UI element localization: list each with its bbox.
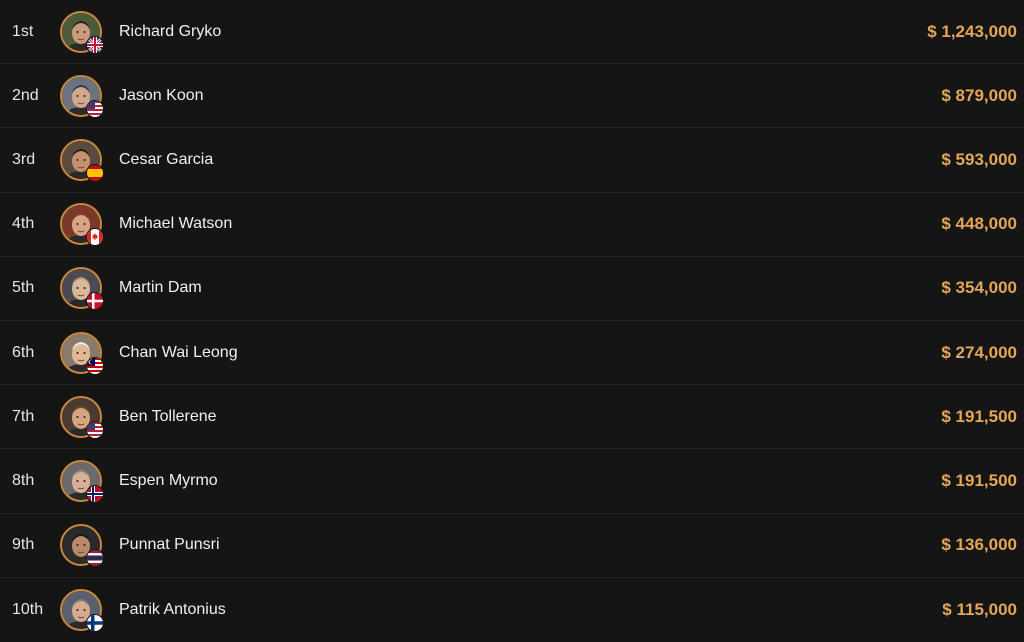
player-avatar[interactable]	[60, 203, 104, 247]
table-row: 10th Patrik Antonius $ 115,000	[0, 578, 1024, 642]
prize-amount: $ 191,500	[941, 470, 1017, 490]
player-name[interactable]: Richard Gryko	[119, 23, 221, 41]
player-avatar[interactable]	[60, 267, 104, 311]
place-label: 5th	[12, 279, 35, 297]
payout-table: 1st Richard Gryko $ 1,243,000 2nd Jason Koon…	[0, 0, 1024, 642]
place-label: 2nd	[12, 86, 39, 104]
flag-ca-icon	[86, 228, 104, 247]
place-label: 8th	[12, 471, 35, 489]
prize-amount: $ 448,000	[941, 214, 1017, 234]
place-label: 1st	[12, 22, 34, 40]
flag-us-icon	[86, 420, 104, 439]
prize-amount: $ 354,000	[941, 278, 1017, 298]
player-name[interactable]: Martin Dam	[119, 279, 202, 297]
player-name[interactable]: Espen Myrmo	[119, 472, 218, 490]
place-label: 6th	[12, 343, 35, 361]
player-name[interactable]: Ben Tollerene	[119, 408, 217, 426]
prize-amount: $ 115,000	[942, 599, 1017, 619]
flag-dk-icon	[86, 292, 104, 311]
flag-no-icon	[86, 484, 104, 503]
table-row: 7th Ben Tollerene $ 191,500	[0, 385, 1024, 450]
place-label: 3rd	[12, 150, 36, 168]
prize-amount: $ 136,000	[941, 535, 1017, 555]
place-label: 4th	[12, 215, 35, 233]
table-row: 9th Punnat Punsri $ 136,000	[0, 514, 1024, 578]
flag-th-icon	[86, 549, 104, 568]
place-label: 7th	[12, 407, 35, 425]
table-row: 3rd Cesar Garcia $ 593,000	[0, 128, 1024, 193]
place-label: 9th	[12, 536, 35, 554]
flag-us-icon	[86, 99, 104, 118]
player-name[interactable]: Patrik Antonius	[119, 601, 226, 619]
player-avatar[interactable]	[60, 74, 104, 118]
flag-my-icon	[86, 356, 104, 375]
table-row: 4th Michael Watson $ 448,000	[0, 193, 1024, 257]
player-name[interactable]: Jason Koon	[119, 87, 204, 105]
player-avatar[interactable]	[60, 588, 104, 632]
flag-es-icon	[86, 163, 104, 182]
player-name[interactable]: Punnat Punsri	[119, 536, 220, 554]
player-name[interactable]: Chan Wai Leong	[119, 344, 238, 362]
player-avatar[interactable]	[60, 524, 104, 568]
prize-amount: $ 274,000	[941, 342, 1017, 362]
player-avatar[interactable]	[60, 395, 104, 439]
player-avatar[interactable]	[60, 138, 104, 182]
table-row: 6th Chan Wai Leong $ 274,000	[0, 321, 1024, 386]
player-name[interactable]: Cesar Garcia	[119, 151, 213, 169]
prize-amount: $ 879,000	[941, 85, 1017, 105]
flag-uk-icon	[86, 35, 104, 54]
prize-amount: $ 593,000	[941, 149, 1017, 169]
table-row: 1st Richard Gryko $ 1,243,000	[0, 0, 1024, 65]
player-avatar[interactable]	[60, 331, 104, 375]
prize-amount: $ 1,243,000	[927, 21, 1017, 41]
place-label: 10th	[12, 600, 44, 618]
prize-amount: $ 191,500	[941, 406, 1017, 426]
table-row: 5th Martin Dam $ 354,000	[0, 257, 1024, 321]
table-row: 8th Espen Myrmo $ 191,500	[0, 449, 1024, 514]
flag-fi-icon	[86, 613, 104, 632]
player-avatar[interactable]	[60, 10, 104, 54]
table-row: 2nd Jason Koon $ 879,000	[0, 64, 1024, 129]
player-name[interactable]: Michael Watson	[119, 215, 232, 233]
player-avatar[interactable]	[60, 459, 104, 503]
